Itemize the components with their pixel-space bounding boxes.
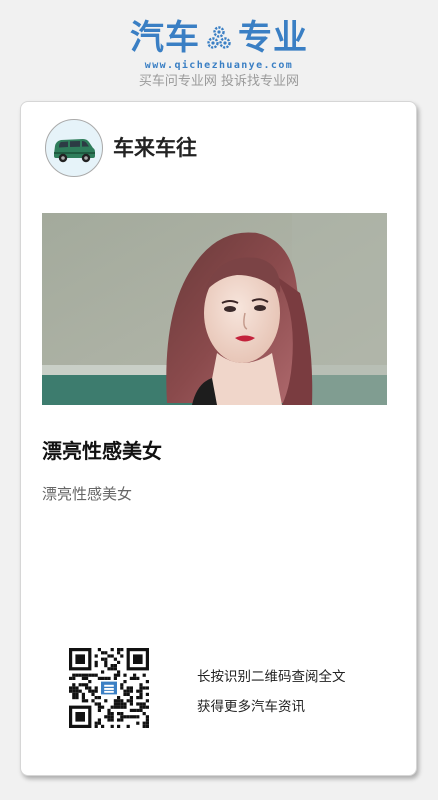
logo-url: www.qichezhuanye.com (144, 60, 294, 71)
article-card: 车来车往 漂亮性感美女 漂亮性感美女 长按识别二维码查阅全文 获得更多汽车资讯 (20, 101, 417, 776)
article-photo[interactable] (42, 213, 387, 405)
logo-title-right: 专业 (238, 18, 308, 58)
qr-caption-line2: 获得更多汽车资讯 (197, 699, 305, 715)
car-icon (54, 139, 95, 163)
site-slogan: 买车问专业网 投诉找专业网 (138, 74, 300, 89)
qr-caption: 长按识别二维码查阅全文 获得更多汽车资讯 (197, 662, 346, 722)
site-logo[interactable]: 汽车 专业 www.qichezhuanye.com 买车问专业网 投诉找专业网 (0, 18, 438, 90)
qr-code-icon[interactable] (69, 648, 149, 728)
article-summary: 漂亮性感美女 (42, 485, 133, 503)
article-title: 漂亮性感美女 (42, 439, 162, 463)
woman-portrait-photo (42, 213, 387, 405)
logo-title-left: 汽车 (130, 18, 200, 58)
gear-icon (207, 26, 231, 49)
logo-wordmark: 汽车 专业 (130, 18, 308, 58)
account-avatar[interactable] (45, 119, 103, 177)
qr-code-graphic (69, 648, 149, 728)
qr-caption-line1: 长按识别二维码查阅全文 (197, 669, 346, 685)
account-name[interactable]: 车来车往 (113, 135, 197, 161)
